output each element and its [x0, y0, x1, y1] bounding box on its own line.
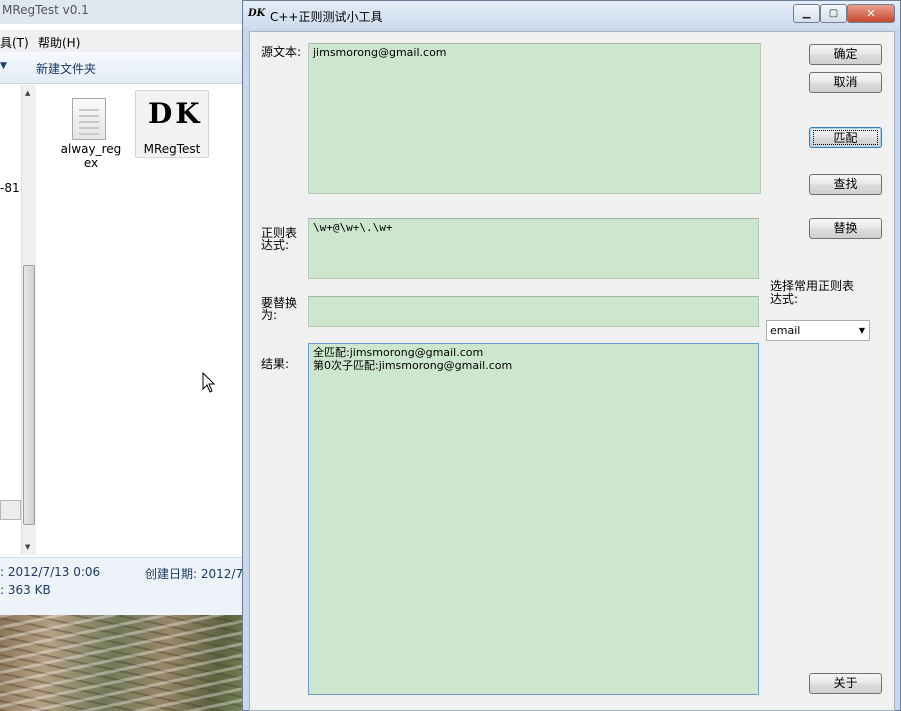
app-logo-icon: DK — [248, 8, 266, 19]
desktop-wallpaper — [0, 615, 250, 711]
scroll-down-icon[interactable]: ▼ — [25, 543, 30, 551]
regex-input[interactable]: \w+@\w+\.\w+ — [308, 218, 759, 279]
menu-help[interactable]: 帮助(H) — [38, 34, 80, 51]
file-name: alway_reg ex — [60, 142, 122, 170]
find-button[interactable]: 查找 — [809, 174, 882, 195]
dialog-client-area: 源文本: jimsmorong@gmail.com 正则表 达式: \w+@\w… — [249, 31, 895, 711]
file-item-mregtest[interactable]: DK MRegTest — [135, 90, 209, 158]
explorer-title: MRegTest v0.1 — [0, 0, 250, 24]
common-regex-select[interactable]: email ▼ — [766, 320, 870, 341]
result-textarea[interactable]: 全匹配:jimsmorong@gmail.com 第0次子匹配:jimsmoro… — [308, 343, 759, 695]
scrollbar-thumb[interactable] — [23, 265, 35, 525]
match-button[interactable]: 匹配 — [809, 127, 882, 148]
minimize-icon: ▁ — [802, 8, 811, 19]
close-icon: ✕ — [866, 7, 876, 20]
file-item-alway-regex[interactable]: alway_reg ex — [54, 92, 128, 170]
maximize-icon: ▢ — [828, 8, 839, 19]
common-regex-label: 选择常用正则表 达式: — [770, 279, 855, 306]
maximize-button[interactable]: ▢ — [820, 4, 847, 23]
source-textarea[interactable]: jimsmorong@gmail.com — [308, 43, 761, 194]
nav-scrollbar[interactable]: ▲ ▼ — [21, 85, 36, 555]
created-date: 创建日期: 2012/7 — [145, 567, 244, 581]
file-name: MRegTest — [143, 142, 201, 156]
title-bar[interactable]: DK C++正则测试小工具 ▁ ▢ ✕ — [243, 1, 900, 29]
details-pane: : 2012/7/13 0:06 创建日期: 2012/7 : 363 KB — [0, 557, 250, 615]
replace-label: 要替换 为: — [261, 296, 298, 322]
nav-item-fragment[interactable]: -81 — [0, 181, 20, 195]
replace-button[interactable]: 替换 — [809, 218, 882, 239]
modified-date: : 2012/7/13 0:06 — [0, 565, 101, 579]
ok-button[interactable]: 确定 — [809, 44, 882, 65]
match-button-label: 匹配 — [813, 130, 878, 145]
close-button[interactable]: ✕ — [847, 4, 895, 23]
scroll-up-icon[interactable]: ▲ — [25, 89, 30, 97]
document-icon — [72, 98, 106, 140]
explorer-menubar: 具(T) 帮助(H) — [0, 30, 250, 52]
common-regex-value: email — [770, 324, 801, 337]
mouse-cursor-icon — [202, 372, 216, 393]
file-size: : 363 KB — [0, 583, 51, 597]
menu-tools[interactable]: 具(T) — [0, 34, 29, 51]
cancel-button[interactable]: 取消 — [809, 72, 882, 93]
regex-label: 正则表 达式: — [261, 226, 298, 252]
explorer-toolbar: ▼ 新建文件夹 — [0, 52, 250, 84]
result-label: 结果: — [261, 357, 290, 371]
explorer-window: MRegTest v0.1 具(T) 帮助(H) ▼ 新建文件夹 -81 ▲ ▼… — [0, 0, 250, 615]
source-label: 源文本: — [261, 45, 302, 59]
new-folder-button[interactable]: 新建文件夹 — [36, 60, 96, 77]
chevron-down-icon[interactable]: ▼ — [0, 61, 7, 71]
horizontal-scrollbar[interactable] — [0, 500, 21, 520]
window-title: C++正则测试小工具 — [270, 10, 383, 24]
chevron-down-icon[interactable]: ▼ — [859, 321, 865, 340]
replace-input[interactable] — [308, 296, 759, 327]
dk-logo-icon: DK — [148, 97, 203, 130]
about-button[interactable]: 关于 — [809, 673, 882, 694]
minimize-button[interactable]: ▁ — [793, 4, 820, 23]
regex-tool-window: DK C++正则测试小工具 ▁ ▢ ✕ 源文本: jimsmorong@gmai… — [242, 0, 901, 711]
